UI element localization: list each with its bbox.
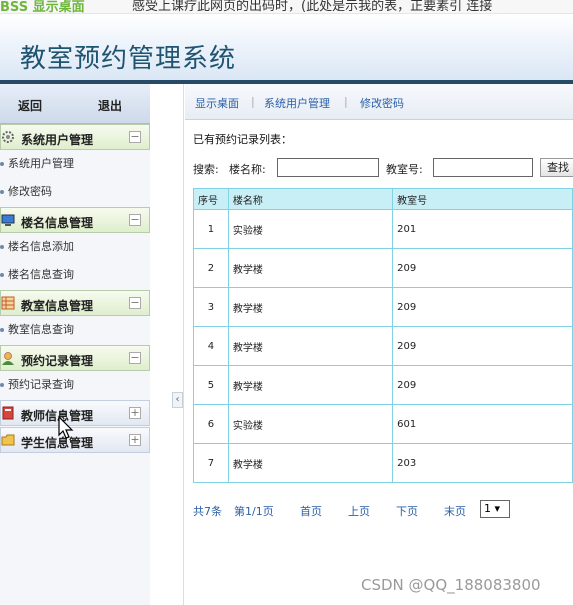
room-number-input[interactable] [433, 158, 533, 177]
room-cell: 209 [392, 248, 573, 288]
sidebar-group-reservations[interactable]: 预约记录管理 − [0, 345, 150, 371]
table-row: 4 教学楼 209 [193, 326, 573, 366]
sidebar-item-reservation-query[interactable]: 预约记录查询 [0, 371, 150, 399]
logout-button[interactable]: 退出 [98, 97, 122, 114]
watermark: CSDN @QQ_188083800 [361, 576, 541, 594]
page-select[interactable]: 1 ▾ [480, 500, 510, 518]
building-cell: 实验楼 [227, 209, 394, 249]
building-cell: 实验楼 [227, 404, 394, 444]
gear-icon [2, 131, 14, 143]
sidebar-toolbar: 返回 退出 [0, 84, 150, 124]
sidebar-splitter [150, 84, 184, 605]
last-page-link[interactable]: 末页 [444, 503, 466, 519]
cursor-icon [58, 415, 74, 439]
app-title: 教室预约管理系统 [20, 44, 237, 74]
book-icon [2, 406, 14, 420]
column-header: 楼名称 [227, 188, 394, 210]
app-header: 教室预约管理系统 [0, 14, 573, 80]
building-cell: 教学楼 [227, 326, 394, 366]
sidebar: 返回 退出 系统用户管理 − 系统用户管理 修改密码 楼名信息管理 − 楼名信息… [0, 84, 150, 605]
room-cell: 203 [392, 443, 573, 483]
table-row: 7 教学楼 203 [193, 443, 573, 483]
table-row: 5 教学楼 209 [193, 365, 573, 405]
sidebar-item-system-users[interactable]: 系统用户管理 [0, 150, 150, 178]
sidebar-group-students[interactable]: 学生信息管理 + [0, 427, 150, 453]
row-index: 4 [193, 326, 229, 366]
main-content: 显示桌面 | 系统用户管理 | 修改密码 已有预约记录列表： 搜索: 楼名称: … [185, 84, 573, 605]
search-button[interactable]: 查找 [540, 158, 573, 177]
room-cell: 209 [392, 287, 573, 327]
collapse-sidebar-icon[interactable]: ‹ [172, 392, 183, 408]
row-index: 2 [193, 248, 229, 288]
collapse-toggle-icon[interactable]: − [129, 352, 141, 364]
expand-toggle-icon[interactable]: + [129, 407, 141, 419]
page-indicator: 第1/1页 [234, 505, 274, 518]
breadcrumb-desktop[interactable]: 显示桌面 [195, 95, 239, 111]
building-cell: 教学楼 [227, 365, 394, 405]
sidebar-item-building-query[interactable]: 楼名信息查询 [0, 261, 150, 289]
prev-page-link[interactable]: 上页 [348, 503, 370, 519]
table-header-row: 序号 楼名称 教室号 [193, 188, 573, 210]
folder-icon [1, 434, 15, 446]
sidebar-group-label: 预约记录管理 [21, 354, 94, 368]
row-index: 3 [193, 287, 229, 327]
room-cell: 209 [392, 365, 573, 405]
breadcrumb-change-password[interactable]: 修改密码 [360, 95, 404, 111]
building-cell: 教学楼 [227, 287, 394, 327]
breadcrumb-separator: | [251, 95, 255, 108]
sidebar-group-buildings[interactable]: 楼名信息管理 − [0, 207, 150, 233]
collapse-toggle-icon[interactable]: − [129, 297, 141, 309]
reservation-table: 序号 楼名称 教室号 1 实验楼 201 2 教学楼 209 3 教学楼 209 [193, 188, 573, 483]
sidebar-group-system-users[interactable]: 系统用户管理 − [0, 124, 150, 150]
back-button[interactable]: 返回 [18, 97, 42, 114]
column-header: 序号 [193, 188, 229, 210]
sidebar-group-classrooms[interactable]: 教室信息管理 − [0, 290, 150, 316]
sidebar-group-label: 楼名信息管理 [21, 216, 94, 230]
expand-toggle-icon[interactable]: + [129, 434, 141, 446]
row-index: 1 [193, 209, 229, 249]
sidebar-group-label: 教室信息管理 [21, 299, 94, 313]
table-row: 2 教学楼 209 [193, 248, 573, 288]
notice-left-text: BSS 显示桌面 [0, 0, 85, 14]
total-count: 共7条 [193, 505, 222, 518]
user-icon [2, 352, 14, 365]
table-row: 6 实验楼 601 [193, 404, 573, 444]
building-name-input[interactable] [277, 158, 379, 177]
column-header: 教室号 [392, 188, 573, 210]
monitor-icon [1, 214, 15, 226]
row-index: 7 [193, 443, 229, 483]
room-cell: 201 [392, 209, 573, 249]
notice-message: 感受上课疗此网页的出码时，(此处是示我的表，正要素引 连接 [132, 0, 493, 14]
list-title: 已有预约记录列表： [193, 133, 292, 146]
next-page-link[interactable]: 下页 [396, 503, 418, 519]
first-page-link[interactable]: 首页 [300, 503, 322, 519]
breadcrumb: 显示桌面 | 系统用户管理 | 修改密码 [185, 84, 573, 120]
room-cell: 209 [392, 326, 573, 366]
sidebar-item-change-password[interactable]: 修改密码 [0, 178, 150, 206]
breadcrumb-separator: | [344, 95, 348, 108]
row-index: 6 [193, 404, 229, 444]
notice-bar: BSS 显示桌面 感受上课疗此网页的出码时，(此处是示我的表，正要素引 连接 [0, 0, 573, 14]
search-label: 搜索: [193, 163, 219, 176]
sidebar-group-teachers[interactable]: 教师信息管理 + [0, 400, 150, 426]
sidebar-item-building-add[interactable]: 楼名信息添加 [0, 233, 150, 261]
breadcrumb-system-users[interactable]: 系统用户管理 [264, 95, 330, 111]
room-cell: 601 [392, 404, 573, 444]
table-row: 1 实验楼 201 [193, 209, 573, 249]
building-cell: 教学楼 [227, 443, 394, 483]
table-row: 3 教学楼 209 [193, 287, 573, 327]
sidebar-group-label: 系统用户管理 [21, 133, 94, 147]
collapse-toggle-icon[interactable]: − [129, 214, 141, 226]
sidebar-item-classroom-query[interactable]: 教室信息查询 [0, 316, 150, 344]
building-cell: 教学楼 [227, 248, 394, 288]
room-label: 教室号: [386, 163, 423, 176]
building-label: 楼名称: [229, 163, 266, 176]
row-index: 5 [193, 365, 229, 405]
grid-icon [1, 296, 15, 310]
collapse-toggle-icon[interactable]: − [129, 131, 141, 143]
